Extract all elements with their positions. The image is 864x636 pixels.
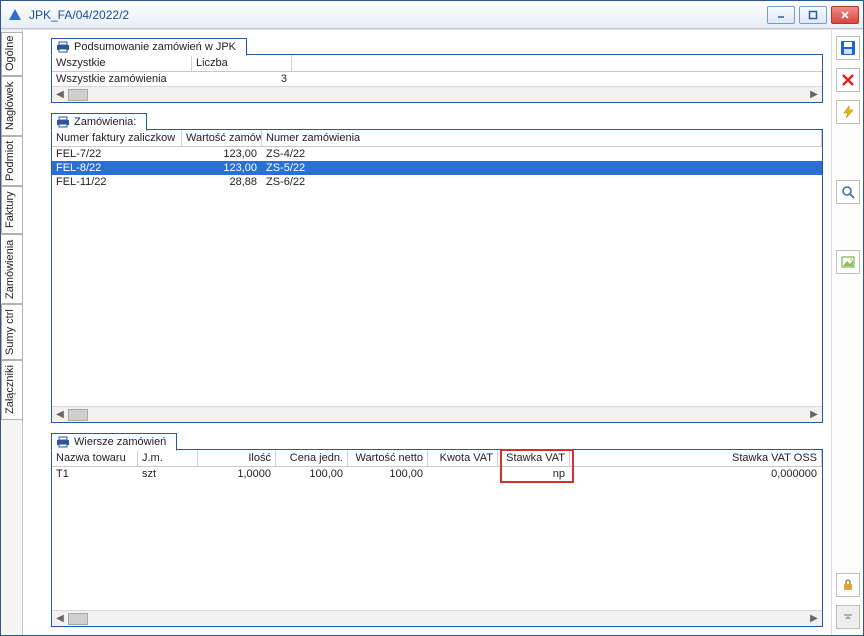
lines-grid: Nazwa towaru J.m. Ilość Cena jedn. Warto… [52,450,822,481]
vtab-podmiot[interactable]: Podmiot [1,136,23,186]
vtab-naglowek[interactable]: Nagłówek [1,76,23,136]
lines-hscroll[interactable]: ◀ ▶ [52,610,822,626]
orders-col-wz[interactable]: Wartość zamów [182,130,262,146]
lock-button[interactable] [836,573,860,597]
orders-panel: Zamówienia: Numer faktury zaliczkow Wart… [51,129,823,423]
orders-col-nz[interactable]: Numer zamówienia [262,130,822,146]
save-button[interactable] [836,36,860,60]
summary-row-count: 3 [192,72,292,86]
window-buttons [767,6,859,24]
image-icon [841,255,855,269]
minimize-button[interactable] [767,6,795,24]
vtab-zalaczniki[interactable]: Załączniki [1,360,23,420]
lines-panel: Wiersze zamówień Nazwa towaru J.m. Ilość… [51,449,823,627]
summary-hscroll[interactable]: ◀ ▶ [52,86,822,102]
cell-nazwa: T1 [52,467,138,481]
magnifier-icon [841,185,855,199]
right-toolbar [831,30,863,635]
cell-nz: ZS-4/22 [262,147,822,161]
search-button[interactable] [836,180,860,204]
cell-netto: 100,00 [348,467,428,481]
cell-stawka: np [498,467,570,481]
collapse-icon [842,611,854,623]
summary-panel: Podsumowanie zamówień w JPK Wszystkie Li… [51,54,823,103]
maximize-button[interactable] [799,6,827,24]
vtab-sumy-ctrl[interactable]: Sumy ctrl [1,304,23,360]
scroll-left-icon[interactable]: ◀ [52,407,68,423]
orders-grid: Numer faktury zaliczkow Wartość zamów Nu… [52,130,822,189]
lines-col-ilosc[interactable]: Ilość [198,450,276,466]
cell-wz: 123,00 [182,161,262,175]
cell-nz: ZS-6/22 [262,175,822,189]
print-icon [56,116,70,128]
cell-cena: 100,00 [276,467,348,481]
disabled-button [836,605,860,629]
summary-col-liczba[interactable]: Liczba [192,55,292,71]
bolt-icon [841,105,855,119]
summary-row-label: Wszystkie zamówienia [52,72,192,86]
cell-jm: szt [138,467,198,481]
cell-nfz: FEL-8/22 [52,161,182,175]
summary-panel-tab[interactable]: Podsumowanie zamówień w JPK [51,38,247,56]
cell-nfz: FEL-7/22 [52,147,182,161]
orders-col-nfz[interactable]: Numer faktury zaliczkow [52,130,182,146]
cell-kwota [428,467,498,481]
cell-ilosc: 1,0000 [198,467,276,481]
orders-tab-label: Zamówienia: [74,116,136,128]
summary-row[interactable]: Wszystkie zamówienia 3 [52,72,822,86]
save-icon [840,40,856,56]
lines-tab-label: Wiersze zamówień [74,436,166,448]
content-area: Podsumowanie zamówień w JPK Wszystkie Li… [23,30,831,635]
scroll-left-icon[interactable]: ◀ [52,611,68,627]
image-button[interactable] [836,250,860,274]
table-row[interactable]: FEL-7/22 123,00 ZS-4/22 [52,147,822,161]
vertical-tabs: Ogólne Nagłówek Podmiot Faktury Zamówien… [1,30,23,635]
vtab-faktury[interactable]: Faktury [1,186,23,234]
delete-button[interactable] [836,68,860,92]
cell-wz: 123,00 [182,147,262,161]
vtab-zamowienia[interactable]: Zamówienia [1,234,23,304]
x-icon [841,73,855,87]
print-icon [56,41,70,53]
table-row[interactable]: FEL-8/22 123,00 ZS-5/22 [52,161,822,175]
print-icon [56,436,70,448]
scroll-right-icon[interactable]: ▶ [806,87,822,103]
action-button[interactable] [836,100,860,124]
lines-col-cena[interactable]: Cena jedn. [276,450,348,466]
lock-icon [841,578,855,592]
cell-oss: 0,000000 [570,467,822,481]
scroll-left-icon[interactable]: ◀ [52,87,68,103]
lines-col-netto[interactable]: Wartość netto [348,450,428,466]
orders-hscroll[interactable]: ◀ ▶ [52,406,822,422]
cell-nfz: FEL-11/22 [52,175,182,189]
body-area: Ogólne Nagłówek Podmiot Faktury Zamówien… [1,29,863,635]
lines-col-jm[interactable]: J.m. [138,450,198,466]
summary-grid: Wszystkie Liczba Wszystkie zamówienia 3 [52,55,822,86]
lines-col-kwota[interactable]: Kwota VAT [428,450,498,466]
summary-tab-label: Podsumowanie zamówień w JPK [74,41,236,53]
close-button[interactable] [831,6,859,24]
lines-col-oss[interactable]: Stawka VAT OSS [570,450,822,466]
table-row[interactable]: FEL-11/22 28,88 ZS-6/22 [52,175,822,189]
scroll-right-icon[interactable]: ▶ [806,407,822,423]
summary-col-wszystkie[interactable]: Wszystkie [52,55,192,71]
lines-col-stawka[interactable]: Stawka VAT [498,450,570,466]
orders-panel-tab[interactable]: Zamówienia: [51,113,147,131]
scroll-right-icon[interactable]: ▶ [806,611,822,627]
lines-panel-tab[interactable]: Wiersze zamówień [51,433,177,451]
cell-wz: 28,88 [182,175,262,189]
lines-col-nazwa[interactable]: Nazwa towaru [52,450,138,466]
titlebar: JPK_FA/04/2022/2 [1,1,863,29]
window: JPK_FA/04/2022/2 Ogólne Nagłówek Podmiot… [0,0,864,636]
table-row[interactable]: T1 szt 1,0000 100,00 100,00 np 0,000000 [52,467,822,481]
cell-nz: ZS-5/22 [262,161,822,175]
window-title: JPK_FA/04/2022/2 [29,8,767,22]
app-icon [7,7,23,23]
vtab-ogolne[interactable]: Ogólne [1,32,23,76]
